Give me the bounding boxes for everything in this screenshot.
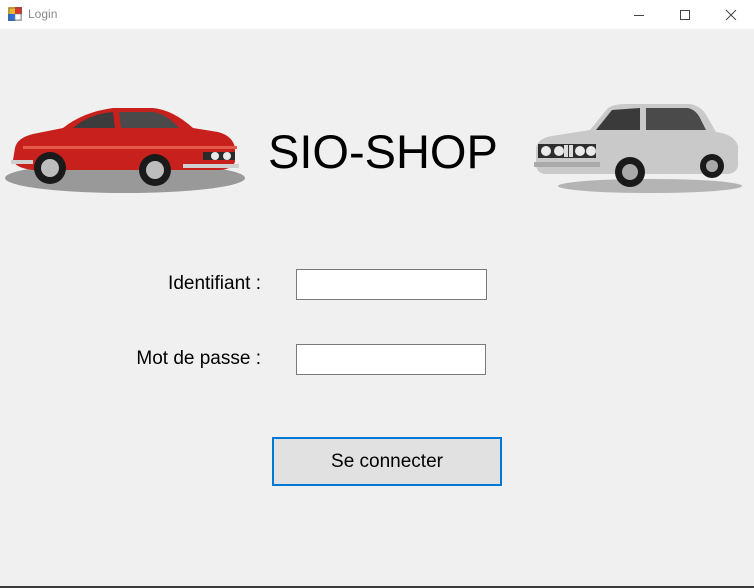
maximize-icon xyxy=(680,9,690,20)
window-title: Login xyxy=(28,7,58,21)
app-icon xyxy=(8,7,23,22)
minimize-button[interactable] xyxy=(616,0,662,29)
username-label: Identifiant : xyxy=(168,273,261,294)
brand-title: SIO-SHOP xyxy=(268,125,498,178)
connect-button[interactable]: Se connecter xyxy=(272,437,502,486)
connect-button-label: Se connecter xyxy=(331,450,443,472)
minimize-icon xyxy=(634,14,644,16)
password-label: Mot de passe : xyxy=(136,348,261,369)
title-bar[interactable]: Login xyxy=(0,0,754,29)
silver-sedan-image xyxy=(530,100,742,196)
login-window: Login SIO-SHOP Identifiant: Mot de pass… xyxy=(0,0,754,588)
username-input[interactable] xyxy=(296,269,487,300)
close-icon xyxy=(725,9,737,20)
close-button[interactable] xyxy=(708,0,754,29)
maximize-button[interactable] xyxy=(662,0,708,29)
red-coupe-image xyxy=(3,100,249,198)
password-input[interactable] xyxy=(296,344,486,375)
